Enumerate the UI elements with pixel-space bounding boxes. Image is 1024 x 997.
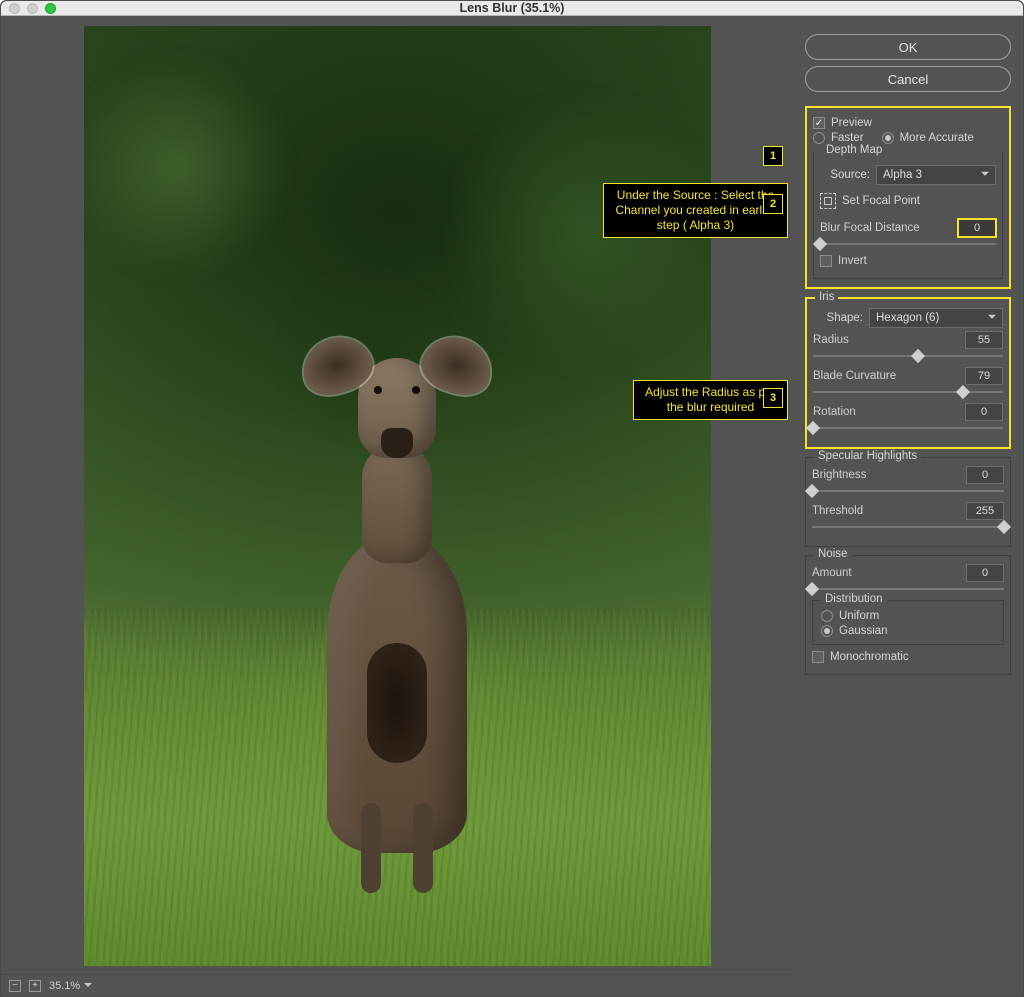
specular-title: Specular Highlights (814, 450, 921, 462)
set-focal-label: Set Focal Point (842, 195, 920, 207)
distribution-title: Distribution (821, 593, 887, 605)
zoom-level-dropdown[interactable]: 35.1% (49, 980, 92, 992)
titlebar: Lens Blur (35.1%) (1, 1, 1023, 16)
bfd-label: Blur Focal Distance (820, 222, 920, 234)
cancel-button[interactable]: Cancel (805, 66, 1011, 92)
iris-title: Iris (815, 291, 838, 303)
brightness-slider[interactable] (812, 488, 1004, 494)
blade-label: Blade Curvature (813, 370, 896, 382)
image-canvas[interactable] (84, 26, 711, 966)
source-select[interactable]: Alpha 3 (876, 165, 996, 185)
threshold-slider[interactable] (812, 524, 1004, 530)
threshold-label: Threshold (812, 505, 863, 517)
zoom-out-icon[interactable]: − (9, 980, 21, 992)
source-label: Source: (820, 169, 870, 181)
invert-checkbox[interactable] (820, 255, 832, 267)
blade-slider[interactable] (813, 389, 1003, 395)
iris-group: Iris Shape: Hexagon (6) Radius55 Blade C… (805, 297, 1011, 449)
amount-label: Amount (812, 567, 852, 579)
gaussian-label: Gaussian (839, 625, 888, 637)
radius-slider[interactable] (813, 353, 1003, 359)
lens-blur-window: Lens Blur (35.1%) (0, 0, 1024, 997)
brightness-label: Brightness (812, 469, 866, 481)
threshold-input[interactable]: 255 (966, 502, 1004, 520)
radius-input[interactable]: 55 (965, 331, 1003, 349)
preview-checkbox[interactable] (813, 117, 825, 129)
zoom-in-icon[interactable]: + (29, 980, 41, 992)
uniform-label: Uniform (839, 610, 879, 622)
depth-map-title: Depth Map (822, 144, 886, 156)
gaussian-radio[interactable] (821, 625, 833, 637)
rotation-input[interactable]: 0 (965, 403, 1003, 421)
blade-input[interactable]: 79 (965, 367, 1003, 385)
annotation-badge-1: 1 (763, 146, 783, 166)
brightness-input[interactable]: 0 (966, 466, 1004, 484)
noise-title: Noise (814, 548, 851, 560)
shape-select[interactable]: Hexagon (6) (869, 308, 1003, 328)
annotation-badge-3: 3 (763, 388, 783, 408)
bfd-slider[interactable] (820, 241, 996, 247)
rotation-slider[interactable] (813, 425, 1003, 431)
focal-point-icon[interactable] (820, 193, 836, 209)
ok-button[interactable]: OK (805, 34, 1011, 60)
preview-area[interactable]: Under the Source : Select the Channel yo… (1, 16, 793, 996)
preview-group: Preview Faster More Accurate Depth Map S… (805, 106, 1011, 289)
faster-label: Faster (831, 132, 864, 144)
bfd-input[interactable]: 0 (958, 219, 996, 237)
depth-map-group: Depth Map Source: Alpha 3 Set Focal Poin… (813, 152, 1003, 279)
faster-radio[interactable] (813, 132, 825, 144)
amount-slider[interactable] (812, 586, 1004, 592)
invert-label: Invert (838, 255, 867, 267)
status-bar: − + 35.1% (1, 974, 793, 996)
preview-label: Preview (831, 117, 872, 129)
shape-label: Shape: (813, 312, 863, 324)
more-accurate-label: More Accurate (900, 132, 974, 144)
uniform-radio[interactable] (821, 610, 833, 622)
monochromatic-checkbox[interactable] (812, 651, 824, 663)
annotation-badge-2: 2 (763, 194, 783, 214)
window-title: Lens Blur (35.1%) (1, 1, 1023, 15)
noise-group: Noise Amount0 Distribution Uniform Gauss… (805, 555, 1011, 675)
specular-group: Specular Highlights Brightness0 Threshol… (805, 457, 1011, 547)
amount-input[interactable]: 0 (966, 564, 1004, 582)
deer-illustration (297, 353, 497, 853)
zoom-level-value: 35.1% (49, 980, 80, 992)
radius-label: Radius (813, 334, 849, 346)
controls-panel: OK Cancel Preview Faster More Accurate D (793, 16, 1023, 996)
annotation-source-hint: Under the Source : Select the Channel yo… (603, 183, 788, 238)
more-accurate-radio[interactable] (882, 132, 894, 144)
monochromatic-label: Monochromatic (830, 651, 909, 663)
rotation-label: Rotation (813, 406, 856, 418)
distribution-group: Distribution Uniform Gaussian (812, 600, 1004, 645)
